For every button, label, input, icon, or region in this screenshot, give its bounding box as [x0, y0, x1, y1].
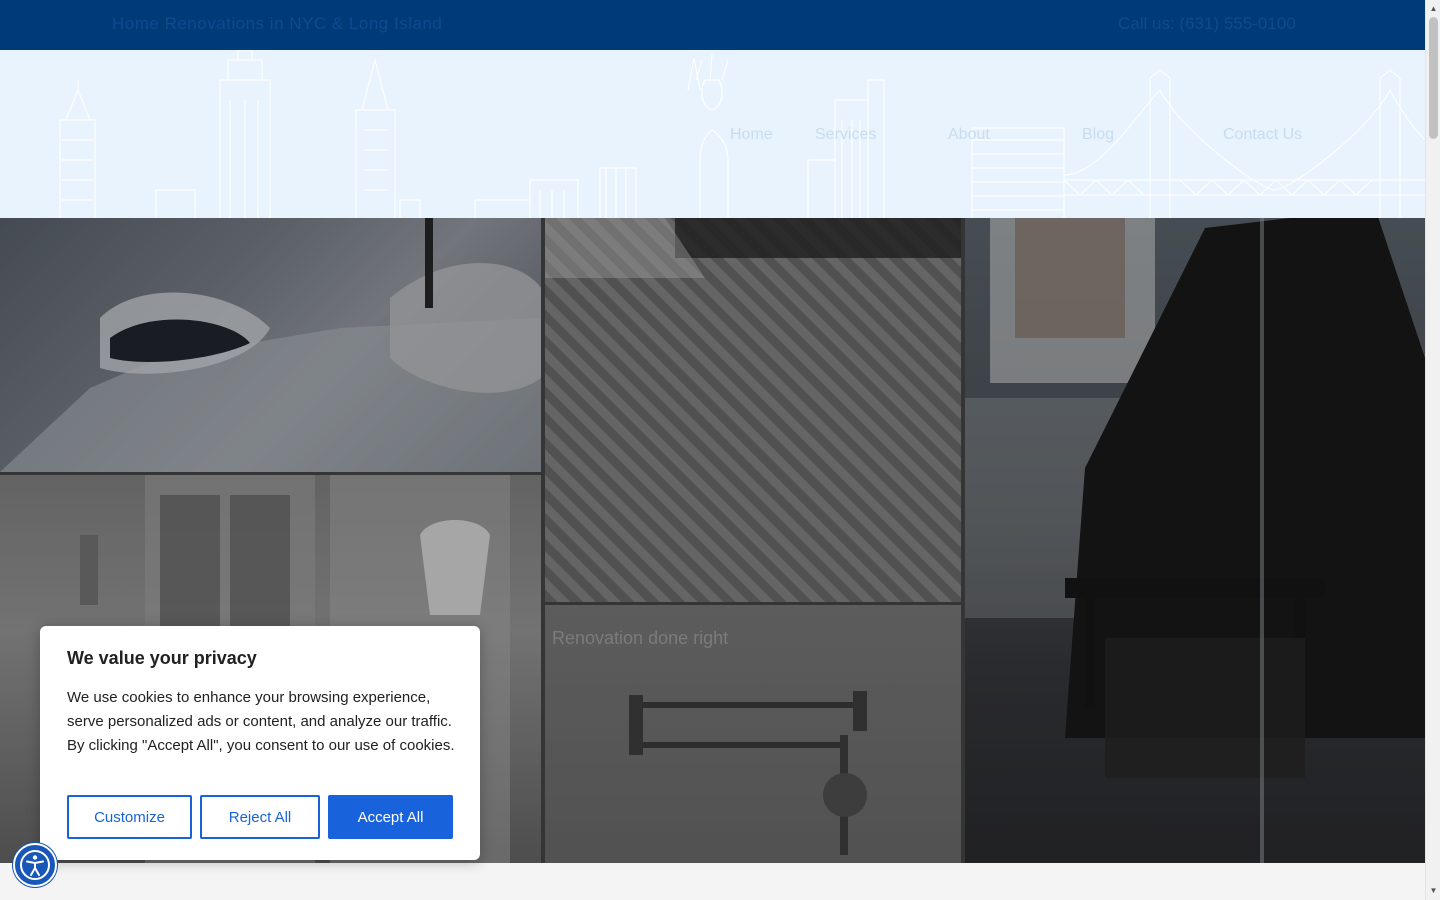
- nav-item-home[interactable]: Home: [730, 126, 773, 144]
- page-below-hero: [0, 863, 1425, 900]
- scroll-thumb[interactable]: [1429, 17, 1438, 139]
- nav-item-contact[interactable]: Contact Us: [1223, 126, 1302, 144]
- cookie-consent-banner: We value your privacy We use cookies to …: [40, 626, 480, 860]
- hero-caption: Renovation done right: [552, 628, 729, 648]
- nav-item-about[interactable]: About: [948, 126, 990, 144]
- top-bar-tagline: Home Renovations in NYC & Long Island: [112, 14, 443, 33]
- customize-button[interactable]: Customize: [67, 795, 192, 839]
- accessibility-icon: [20, 850, 50, 880]
- top-bar: Home Renovations in NYC & Long Island Ca…: [0, 0, 1425, 50]
- top-bar-phone[interactable]: Call us: (631) 555-0100: [1118, 14, 1296, 34]
- reject-all-button[interactable]: Reject All: [200, 795, 320, 839]
- cookie-description: We use cookies to enhance your browsing …: [67, 689, 455, 754]
- main-nav: Home Services About Blog Contact Us: [0, 126, 1425, 146]
- scroll-down-arrow-icon[interactable]: ▼: [1429, 886, 1438, 895]
- site-header: Home Services About Blog Contact Us: [0, 50, 1425, 218]
- nav-item-blog[interactable]: Blog: [1082, 126, 1114, 144]
- accept-all-button[interactable]: Accept All: [328, 795, 453, 839]
- vertical-scrollbar[interactable]: ▲ ▼: [1425, 0, 1440, 900]
- cookie-actions: Customize Reject All Accept All: [67, 795, 453, 839]
- accessibility-button[interactable]: [13, 843, 57, 887]
- scroll-up-arrow-icon[interactable]: ▲: [1429, 4, 1438, 13]
- nav-item-services[interactable]: Services: [815, 126, 876, 144]
- cookie-title: We value your privacy: [67, 648, 257, 668]
